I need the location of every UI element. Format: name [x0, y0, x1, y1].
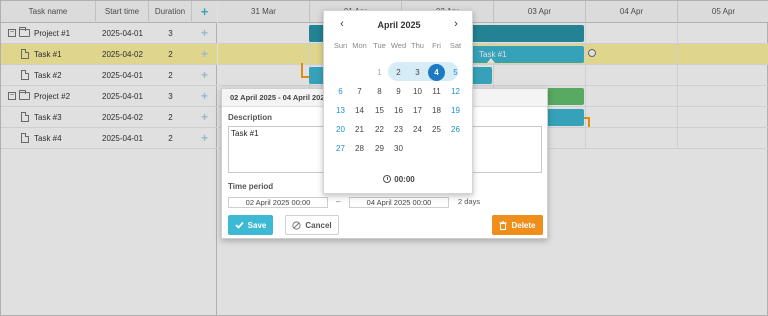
end-date-input[interactable]: 04 April 2025 00:00	[349, 197, 449, 208]
weekday-header: Thu	[411, 41, 424, 50]
time-picker[interactable]: 00:00	[324, 175, 474, 184]
calendar-day[interactable]: 30	[389, 140, 408, 157]
cancel-button[interactable]: Cancel	[285, 215, 339, 235]
description-label: Description	[228, 113, 273, 122]
calendar-day[interactable]: 29	[370, 140, 389, 157]
calendar-day[interactable]: 25	[427, 121, 446, 138]
calendar-day[interactable]: 6	[331, 83, 350, 100]
calendar-day[interactable]: 14	[350, 102, 369, 119]
check-icon	[235, 221, 244, 229]
calendar-day-selected[interactable]: 4	[428, 64, 445, 81]
calendar-day[interactable]: 3	[408, 64, 427, 81]
time-period-label: Time period	[228, 182, 274, 191]
calendar-day[interactable]: 16	[389, 102, 408, 119]
calendar-day[interactable]: 11	[427, 83, 446, 100]
next-month-button[interactable]: ›	[449, 18, 463, 32]
calendar-day[interactable]: 1	[370, 64, 389, 81]
clock-icon	[383, 175, 392, 183]
calendar-day[interactable]: 17	[408, 102, 427, 119]
delete-button-label: Delete	[511, 220, 536, 230]
duration-text: 2 days	[458, 197, 481, 206]
cancel-button-label: Cancel	[305, 220, 332, 230]
save-button-label: Save	[247, 220, 267, 230]
calendar-day[interactable]: 9	[389, 83, 408, 100]
cancel-icon	[292, 220, 301, 230]
calendar-day[interactable]: 5	[446, 64, 465, 81]
time-value: 00:00	[394, 175, 415, 184]
weekday-header: Tue	[373, 41, 386, 50]
start-date-input[interactable]: 02 April 2025 00:00	[228, 197, 328, 208]
date-picker: April 2025 ‹ › Sun Mon Tue Wed Thu Fri Sat 1 2 3 4…	[323, 10, 473, 194]
calendar-day[interactable]: 27	[331, 140, 350, 157]
calendar-day[interactable]: 20	[331, 121, 350, 138]
date-separator: –	[336, 197, 341, 206]
calendar-day[interactable]: 15	[370, 102, 389, 119]
trash-icon	[499, 220, 507, 230]
delete-button[interactable]: Delete	[492, 215, 543, 235]
calendar-day[interactable]: 19	[446, 102, 465, 119]
save-button[interactable]: Save	[228, 215, 273, 235]
date-picker-header: April 2025 ‹ ›	[324, 18, 474, 32]
calendar-day[interactable]: 2	[389, 64, 408, 81]
calendar-day[interactable]: 13	[331, 102, 350, 119]
calendar-day[interactable]: 22	[370, 121, 389, 138]
weekday-header: Mon	[352, 41, 367, 50]
weekday-header: Fri	[432, 41, 441, 50]
weekday-header: Sun	[333, 41, 348, 50]
prev-month-button[interactable]: ‹	[335, 18, 349, 32]
calendar-day[interactable]: 26	[446, 121, 465, 138]
calendar-day[interactable]: 10	[408, 83, 427, 100]
weekday-header: Wed	[390, 41, 407, 50]
calendar-day[interactable]: 7	[350, 83, 369, 100]
weekday-header: Sat	[449, 41, 462, 50]
calendar-day[interactable]: 24	[408, 121, 427, 138]
calendar-day[interactable]: 21	[350, 121, 369, 138]
calendar-day[interactable]: 8	[370, 83, 389, 100]
calendar-day[interactable]: 28	[350, 140, 369, 157]
calendar-day[interactable]: 18	[427, 102, 446, 119]
calendar-day[interactable]: 12	[446, 83, 465, 100]
calendar-day[interactable]: 23	[389, 121, 408, 138]
